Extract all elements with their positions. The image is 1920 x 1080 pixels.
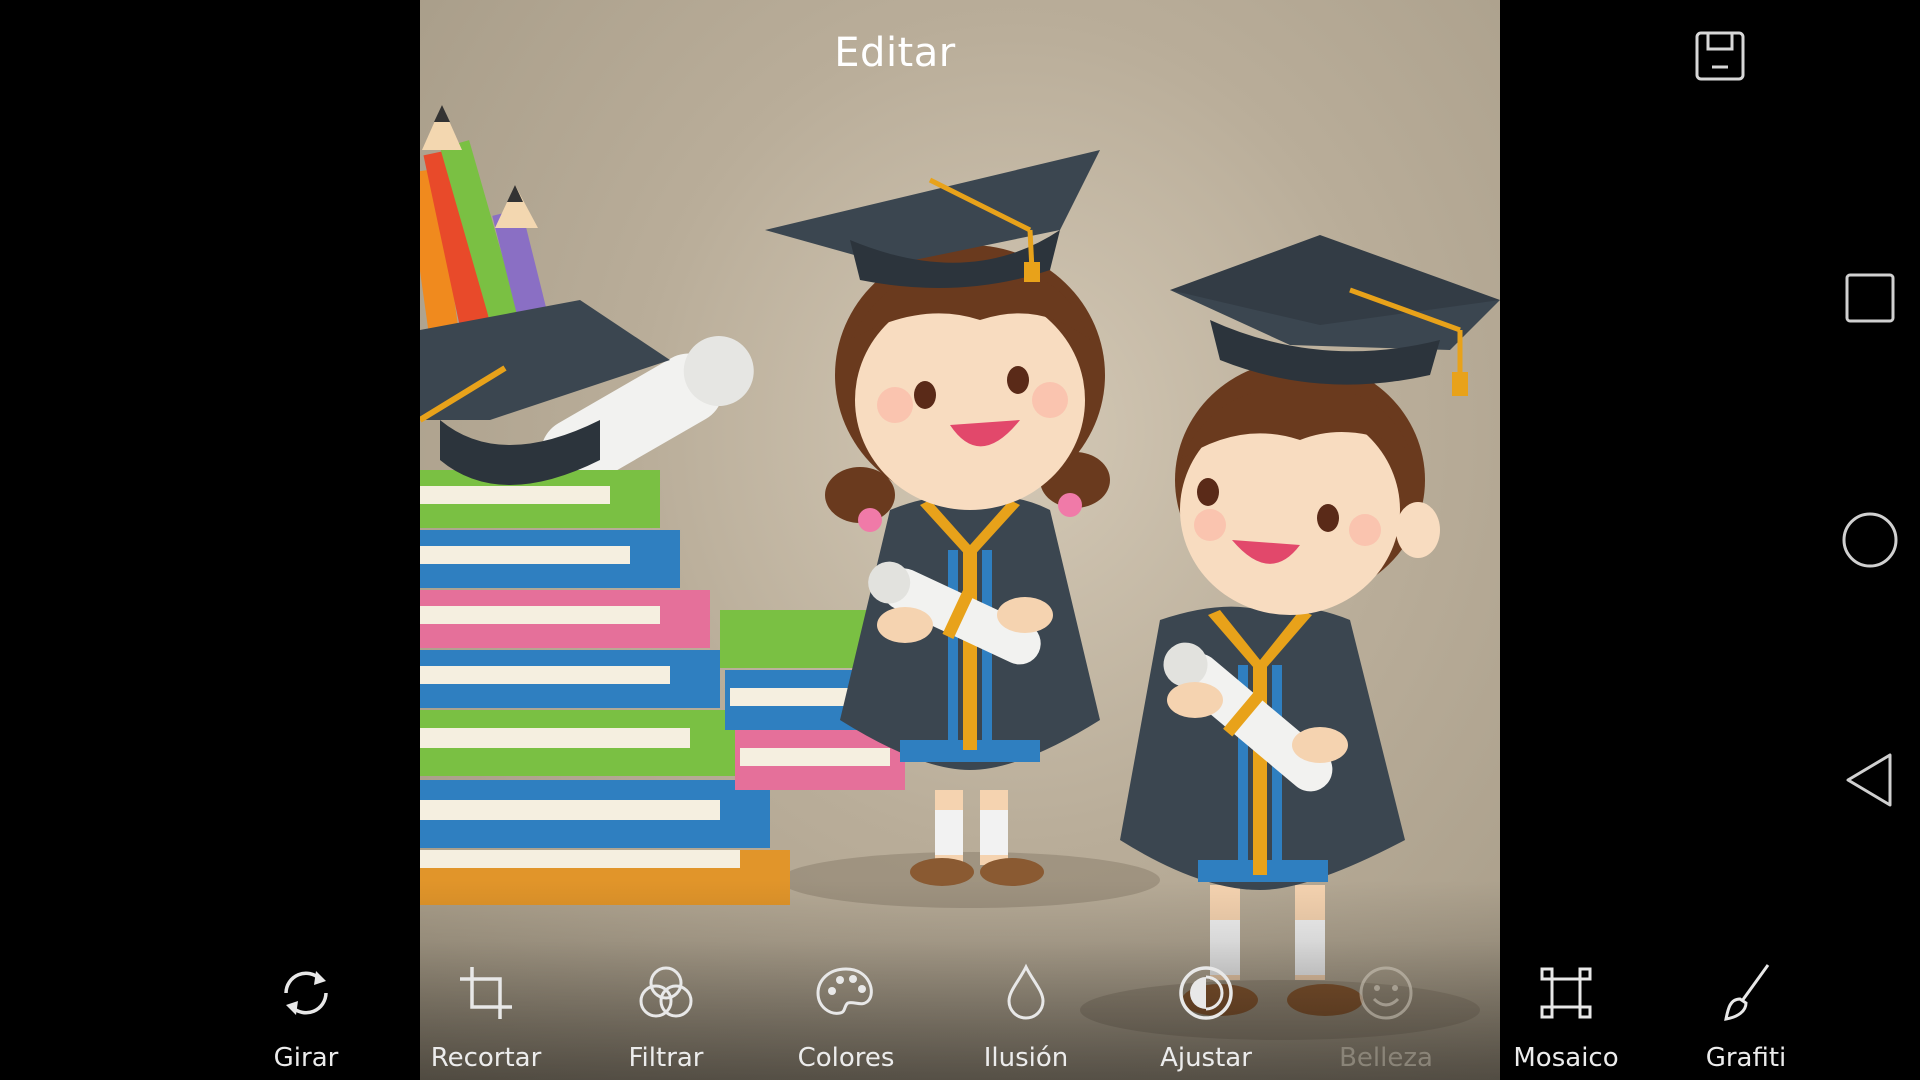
square-recent-icon	[1845, 273, 1895, 323]
tool-rotate-label: Girar	[273, 1043, 339, 1073]
tool-colors-button[interactable]: Colores	[766, 940, 926, 1080]
home-button[interactable]	[1830, 500, 1910, 580]
recent-apps-button[interactable]	[1830, 258, 1910, 338]
palette-icon	[814, 961, 878, 1025]
tool-adjust-button[interactable]: Ajustar	[1126, 940, 1286, 1080]
save-icon	[1695, 31, 1745, 81]
tool-graffiti-button[interactable]: Grafiti	[1666, 940, 1826, 1080]
tool-illusion-button[interactable]: Ilusión	[946, 940, 1106, 1080]
tool-rotate-button[interactable]: Girar	[226, 940, 386, 1080]
rotate-icon	[274, 961, 338, 1025]
edit-toolbar: Girar Recortar Filtrar Colores Ilusión A…	[0, 940, 1920, 1080]
tool-beauty-label: Belleza	[1339, 1043, 1433, 1073]
tool-colors-label: Colores	[797, 1043, 895, 1073]
crop-icon	[454, 961, 518, 1025]
back-button[interactable]	[1830, 740, 1910, 820]
mosaic-icon	[1534, 961, 1598, 1025]
brush-icon	[1714, 961, 1778, 1025]
tool-illusion-label: Ilusión	[983, 1043, 1069, 1073]
tool-beauty-button[interactable]: Belleza	[1306, 940, 1466, 1080]
tool-adjust-label: Ajustar	[1160, 1043, 1252, 1073]
drop-icon	[994, 961, 1058, 1025]
photo-canvas[interactable]	[420, 0, 1500, 1080]
tool-crop-label: Recortar	[430, 1043, 542, 1073]
tool-filter-label: Filtrar	[628, 1043, 704, 1073]
page-title: Editar	[834, 30, 956, 76]
system-nav-bar	[1820, 0, 1920, 1080]
smile-icon	[1354, 961, 1418, 1025]
tool-crop-button[interactable]: Recortar	[406, 940, 566, 1080]
contrast-icon	[1174, 961, 1238, 1025]
filter-icon	[634, 961, 698, 1025]
triangle-back-icon	[1846, 753, 1892, 807]
tool-filter-button[interactable]: Filtrar	[586, 940, 746, 1080]
graduation-illustration	[420, 105, 1500, 1080]
tool-mosaic-label: Mosaico	[1513, 1043, 1619, 1073]
tool-graffiti-label: Grafiti	[1705, 1043, 1787, 1073]
circle-home-icon	[1842, 512, 1898, 568]
save-button[interactable]	[1692, 28, 1748, 84]
tool-mosaic-button[interactable]: Mosaico	[1486, 940, 1646, 1080]
